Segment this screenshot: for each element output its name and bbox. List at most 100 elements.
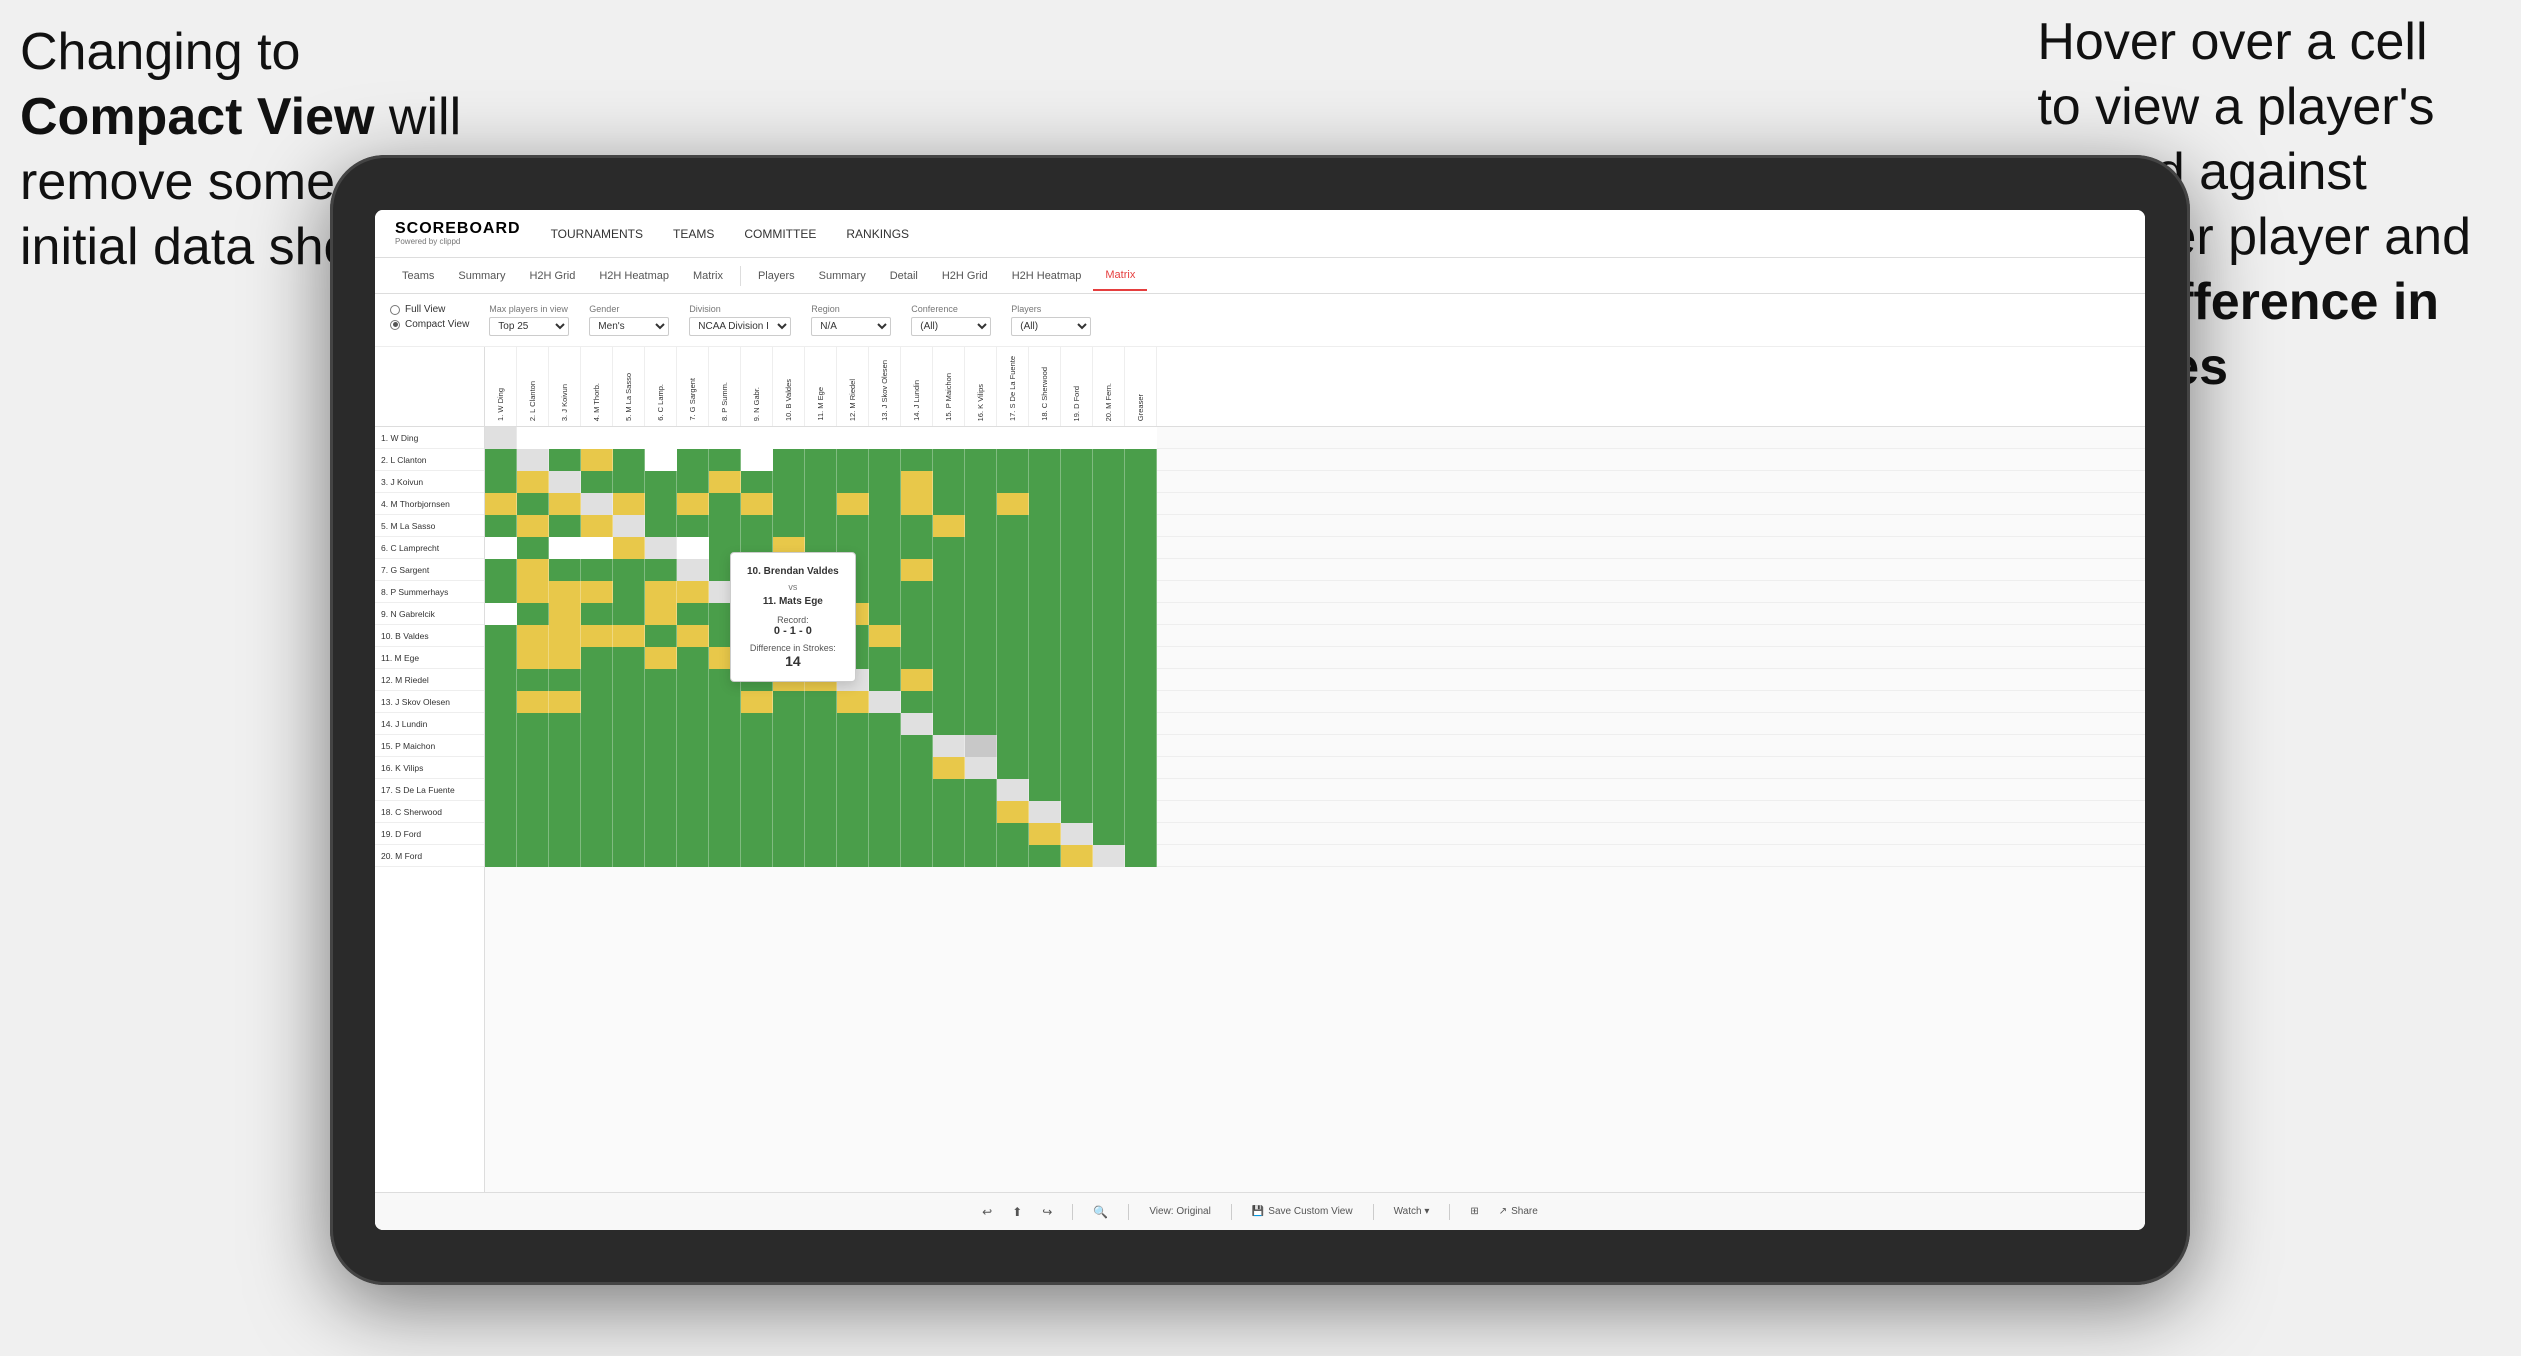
grid-cell[interactable] xyxy=(805,471,837,493)
grid-cell[interactable] xyxy=(837,691,869,713)
grid-cell[interactable] xyxy=(741,823,773,845)
grid-cell[interactable] xyxy=(1125,581,1157,603)
players-select[interactable]: (All) xyxy=(1011,317,1091,336)
grid-cell[interactable] xyxy=(773,515,805,537)
grid-cell[interactable] xyxy=(549,581,581,603)
grid-cell[interactable] xyxy=(517,427,549,449)
grid-cell[interactable] xyxy=(965,471,997,493)
watch-button[interactable]: Watch ▾ xyxy=(1394,1206,1430,1217)
grid-cell[interactable] xyxy=(677,669,709,691)
grid-cell[interactable] xyxy=(1029,471,1061,493)
grid-cell[interactable] xyxy=(997,647,1029,669)
grid-cell[interactable] xyxy=(581,669,613,691)
grid-cell[interactable] xyxy=(1125,603,1157,625)
grid-cell[interactable] xyxy=(549,779,581,801)
grid-cell[interactable] xyxy=(933,669,965,691)
grid-cell[interactable] xyxy=(1093,559,1125,581)
grid-cell[interactable] xyxy=(837,801,869,823)
grid-cell[interactable] xyxy=(1125,801,1157,823)
grid-cell[interactable] xyxy=(933,757,965,779)
grid-cell[interactable] xyxy=(773,427,805,449)
grid-cell[interactable] xyxy=(1125,647,1157,669)
grid-cell[interactable] xyxy=(869,603,901,625)
grid-cell[interactable] xyxy=(997,801,1029,823)
view-original-button[interactable]: View: Original xyxy=(1149,1206,1211,1217)
grid-cell[interactable] xyxy=(1061,647,1093,669)
grid-cell[interactable] xyxy=(709,471,741,493)
grid-cell[interactable] xyxy=(1029,427,1061,449)
grid-cell[interactable] xyxy=(837,735,869,757)
grid-cell[interactable] xyxy=(901,669,933,691)
grid-cell[interactable] xyxy=(773,449,805,471)
grid-cell[interactable] xyxy=(549,691,581,713)
grid-cell[interactable] xyxy=(709,713,741,735)
grid-cell[interactable] xyxy=(613,559,645,581)
grid-cell[interactable] xyxy=(549,713,581,735)
grid-cell[interactable] xyxy=(741,493,773,515)
grid-cell[interactable] xyxy=(549,647,581,669)
grid-cell[interactable] xyxy=(709,427,741,449)
grid-cell[interactable] xyxy=(1061,449,1093,471)
grid-cell[interactable] xyxy=(965,779,997,801)
grid-cell[interactable] xyxy=(645,735,677,757)
grid-cell[interactable] xyxy=(1093,581,1125,603)
grid-cell[interactable] xyxy=(869,427,901,449)
compact-view-radio[interactable] xyxy=(390,320,400,330)
grid-cell[interactable] xyxy=(549,427,581,449)
grid-cell[interactable] xyxy=(645,427,677,449)
grid-cell[interactable] xyxy=(901,427,933,449)
grid-cell[interactable] xyxy=(1061,801,1093,823)
grid-cell[interactable] xyxy=(581,713,613,735)
grid-cell[interactable] xyxy=(837,779,869,801)
grid-cell[interactable] xyxy=(709,449,741,471)
grid-cell[interactable] xyxy=(869,515,901,537)
grid-cell[interactable] xyxy=(1029,735,1061,757)
grid-cell[interactable] xyxy=(645,515,677,537)
grid-cell[interactable] xyxy=(485,757,517,779)
grid-cell[interactable] xyxy=(805,515,837,537)
grid-cell[interactable] xyxy=(997,779,1029,801)
grid-cell[interactable] xyxy=(709,845,741,867)
grid-cell[interactable] xyxy=(773,823,805,845)
grid-cell[interactable] xyxy=(1093,779,1125,801)
grid-cell[interactable] xyxy=(805,757,837,779)
grid-cell[interactable] xyxy=(485,713,517,735)
grid-cell[interactable] xyxy=(1029,581,1061,603)
grid-cell[interactable] xyxy=(1029,801,1061,823)
grid-cell[interactable] xyxy=(1125,471,1157,493)
grid-cell[interactable] xyxy=(965,427,997,449)
grid-cell[interactable] xyxy=(1061,427,1093,449)
tab-summary2[interactable]: Summary xyxy=(807,262,878,290)
grid-cell[interactable] xyxy=(837,823,869,845)
grid-cell[interactable] xyxy=(805,823,837,845)
grid-cell[interactable] xyxy=(1125,537,1157,559)
grid-cell[interactable] xyxy=(549,449,581,471)
grid-cell[interactable] xyxy=(581,757,613,779)
tab-players[interactable]: Players xyxy=(746,262,807,290)
grid-cell[interactable] xyxy=(709,823,741,845)
grid-cell[interactable] xyxy=(581,845,613,867)
grid-cell[interactable] xyxy=(645,779,677,801)
grid-cell[interactable] xyxy=(677,823,709,845)
grid-cell[interactable] xyxy=(901,735,933,757)
grid-cell[interactable] xyxy=(645,713,677,735)
grid-cell[interactable] xyxy=(1125,691,1157,713)
grid-cell[interactable] xyxy=(965,449,997,471)
grid-cell[interactable] xyxy=(773,691,805,713)
grid-cell[interactable] xyxy=(1093,823,1125,845)
grid-cell[interactable] xyxy=(933,801,965,823)
division-select[interactable]: NCAA Division I xyxy=(689,317,791,336)
grid-cell[interactable] xyxy=(581,559,613,581)
grid-cell[interactable] xyxy=(613,691,645,713)
grid-cell[interactable] xyxy=(741,515,773,537)
grid-cell[interactable] xyxy=(613,669,645,691)
grid-cell[interactable] xyxy=(1125,845,1157,867)
redo-button[interactable]: ↪ xyxy=(1042,1205,1052,1219)
grid-cell[interactable] xyxy=(645,757,677,779)
grid-cell[interactable] xyxy=(517,537,549,559)
grid-cell[interactable] xyxy=(933,735,965,757)
grid-cell[interactable] xyxy=(581,647,613,669)
grid-cell[interactable] xyxy=(1125,713,1157,735)
grid-cell[interactable] xyxy=(773,493,805,515)
grid-cell[interactable] xyxy=(1125,427,1157,449)
